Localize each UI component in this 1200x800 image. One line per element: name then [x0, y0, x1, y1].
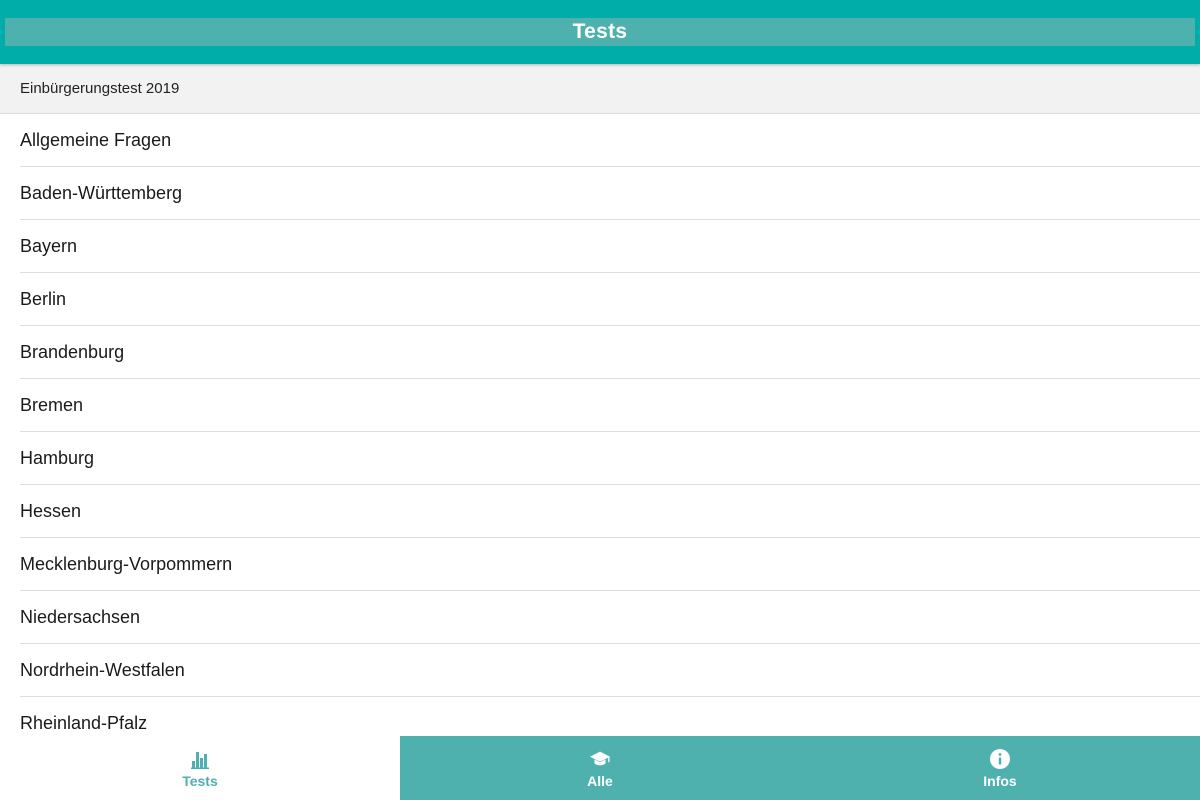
list-item-label: Hessen — [20, 500, 82, 521]
list-item-label: Berlin — [20, 288, 67, 309]
list-item-baden-wuerttemberg[interactable]: Baden-Württemberg — [20, 167, 1200, 220]
section-header: Einbürgerungstest 2019 — [0, 64, 1200, 114]
title-band: Tests — [5, 18, 1195, 46]
list-item-label: Allgemeine Fragen — [20, 129, 172, 150]
list-item-label: Niedersachsen — [20, 606, 141, 627]
page-title: Tests — [572, 20, 628, 43]
list-item-label: Hamburg — [20, 447, 95, 468]
tab-label: Alle — [587, 772, 613, 789]
app-root: Tests Einbürgerungstest 2019 Allgemeine … — [0, 0, 1200, 800]
list-item-bremen[interactable]: Bremen — [20, 379, 1200, 432]
list-item-label: Rheinland-Pfalz — [20, 712, 148, 733]
list-item-label: Mecklenburg-Vorpommern — [20, 553, 233, 574]
tab-alle[interactable]: Alle — [400, 736, 800, 800]
list-item-rheinland-pfalz[interactable]: Rheinland-Pfalz — [20, 697, 1200, 736]
list-item-label: Brandenburg — [20, 341, 125, 362]
list-item-label: Nordrhein-Westfalen — [20, 659, 185, 680]
info-icon — [989, 748, 1011, 770]
list-item-label: Bayern — [20, 235, 78, 256]
list-item-mecklenburg-vorpommern[interactable]: Mecklenburg-Vorpommern — [20, 538, 1200, 591]
tab-label: Infos — [983, 772, 1017, 789]
graduation-cap-icon — [589, 748, 611, 770]
list-item-bayern[interactable]: Bayern — [20, 220, 1200, 273]
bottom-tab-bar: Tests Alle Infos — [0, 736, 1200, 800]
list-item-hamburg[interactable]: Hamburg — [20, 432, 1200, 485]
tab-infos[interactable]: Infos — [800, 736, 1200, 800]
top-app-bar: Tests — [0, 0, 1200, 64]
list-item-hessen[interactable]: Hessen — [20, 485, 1200, 538]
list-item-nordrhein-westfalen[interactable]: Nordrhein-Westfalen — [20, 644, 1200, 697]
tab-tests[interactable]: Tests — [0, 736, 400, 800]
list-item-label: Bremen — [20, 394, 84, 415]
tab-label: Tests — [182, 772, 218, 789]
test-list: Allgemeine Fragen Baden-Württemberg Baye… — [0, 114, 1200, 736]
list-item-label: Baden-Württemberg — [20, 182, 183, 203]
section-title: Einbürgerungstest 2019 — [20, 80, 180, 97]
list-item-brandenburg[interactable]: Brandenburg — [20, 326, 1200, 379]
list-item-allgemeine-fragen[interactable]: Allgemeine Fragen — [20, 114, 1200, 167]
list-item-berlin[interactable]: Berlin — [20, 273, 1200, 326]
bar-chart-icon — [189, 748, 211, 770]
list-item-niedersachsen[interactable]: Niedersachsen — [20, 591, 1200, 644]
